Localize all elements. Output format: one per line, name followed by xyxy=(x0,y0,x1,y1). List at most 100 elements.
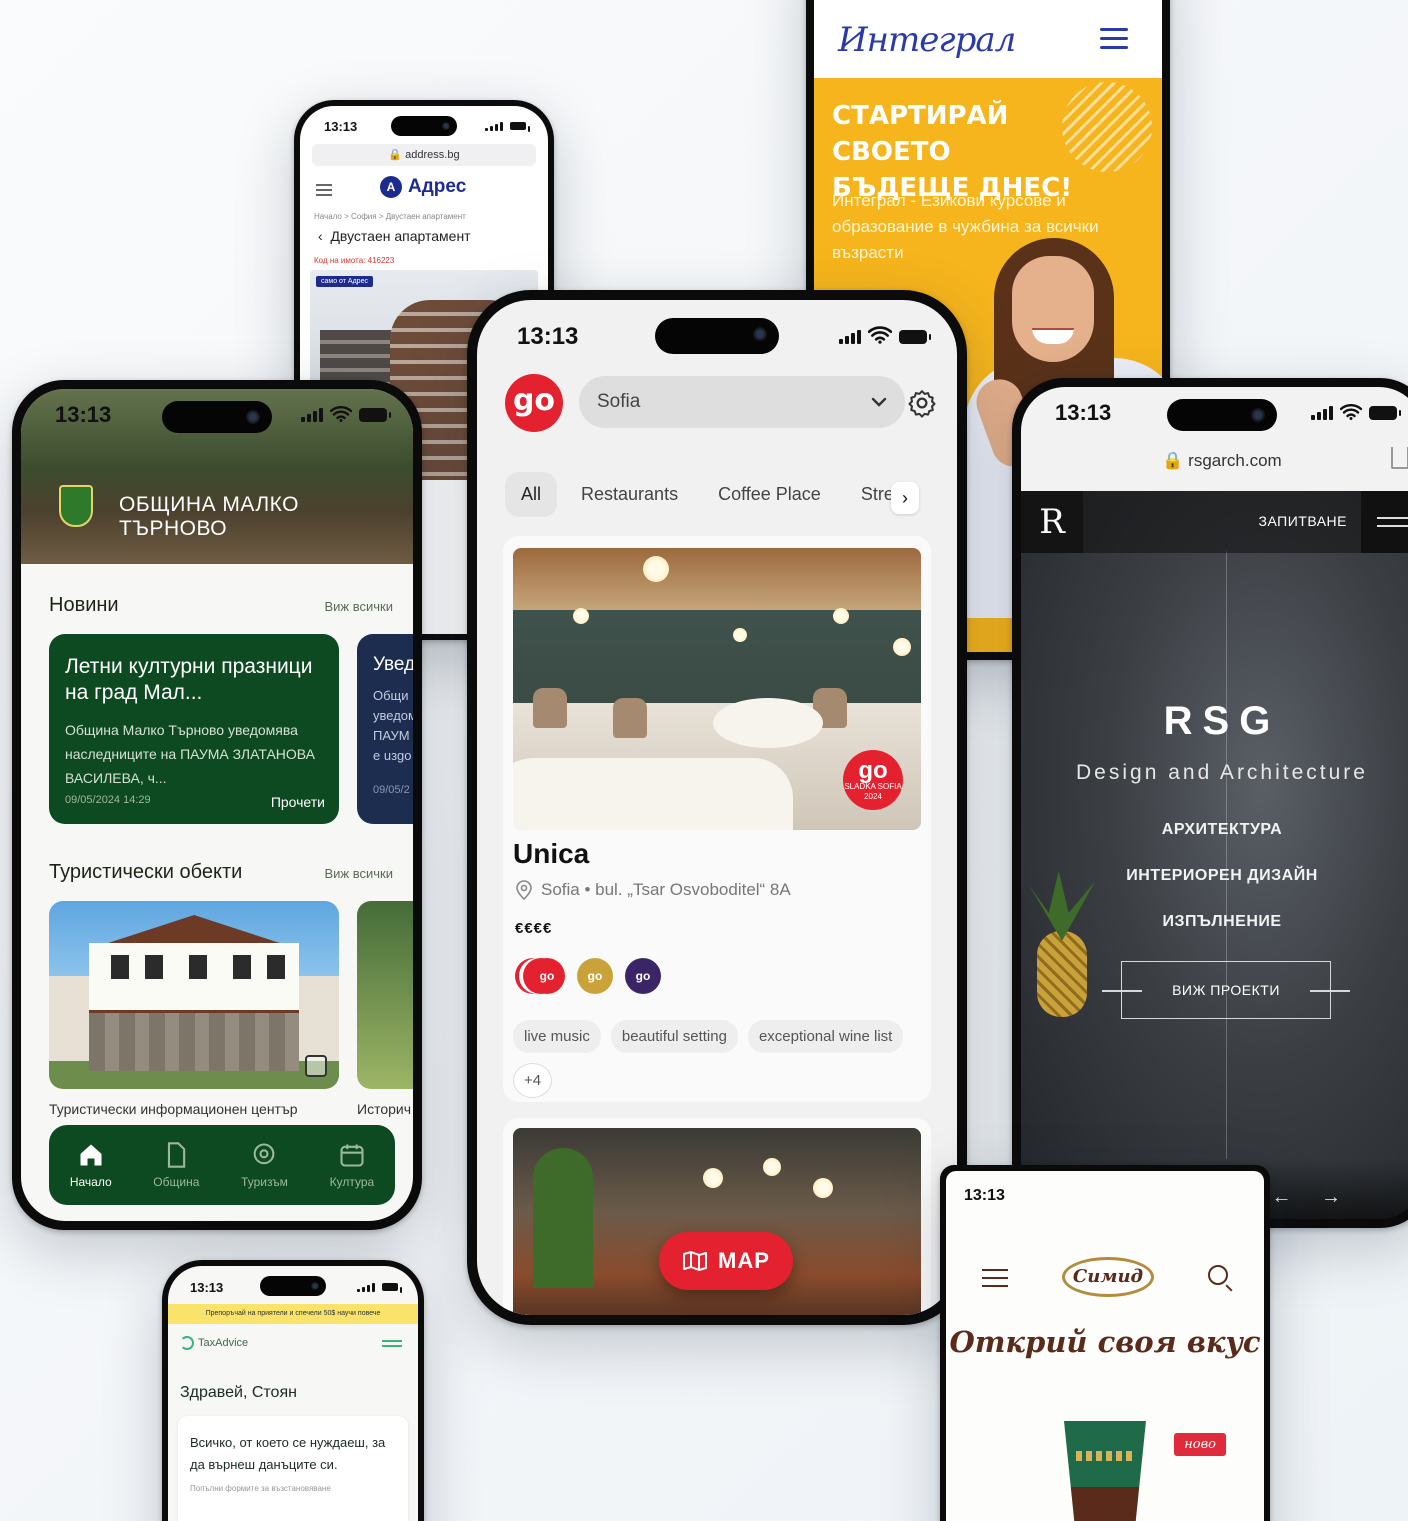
award-badge-subtitle: SLADKA SOFIA 2024 xyxy=(844,782,902,801)
wifi-icon xyxy=(867,323,893,351)
pineapple-body xyxy=(1037,931,1087,1017)
product-package-image[interactable] xyxy=(1064,1421,1146,1521)
address-bar[interactable]: 🔒 rsgarch.com xyxy=(1039,439,1405,483)
status-time: 13:13 xyxy=(964,1187,1005,1204)
wifi-icon xyxy=(1339,400,1363,426)
news-see-all-link[interactable]: Виж всички xyxy=(325,599,394,614)
tab-all[interactable]: All xyxy=(505,472,558,517)
nav-home[interactable]: Начало xyxy=(70,1141,112,1189)
tourism-photo-house[interactable] xyxy=(49,901,339,1089)
taxadvice-logo[interactable]: TaxAdvice xyxy=(180,1336,248,1350)
rsg-logo[interactable]: R xyxy=(1021,491,1083,553)
house-window xyxy=(189,955,207,979)
inquiry-link[interactable]: ЗАПИТВАНЕ xyxy=(1259,513,1347,529)
venue-address: Sofia • bul. „Tsar Osvoboditel“ 8A xyxy=(515,880,791,900)
phone-simid: 13:13 Симид Открий своя вкус ново xyxy=(940,1165,1270,1521)
venue-photo[interactable]: go SLADKA SOFIA 2024 xyxy=(513,548,921,830)
settings-gear-icon[interactable] xyxy=(907,388,937,418)
hamburger-menu-icon[interactable] xyxy=(382,1340,402,1350)
gallery-icon[interactable] xyxy=(305,1055,327,1077)
nav-link-architecture[interactable]: АРХИТЕКТУРА xyxy=(1021,821,1408,839)
plant xyxy=(533,1148,593,1288)
simid-logo[interactable]: Симид xyxy=(1062,1257,1154,1297)
rsg-hero: R ЗАПИТВАНЕ RSG Design and Architecture … xyxy=(1021,491,1408,1219)
nav-label: Култура xyxy=(329,1175,375,1189)
pineapple-leaves xyxy=(1029,871,1095,941)
address-bar[interactable]: 🔒 address.bg xyxy=(312,144,536,166)
house-window xyxy=(267,955,285,979)
table xyxy=(713,698,823,748)
status-icons xyxy=(1311,400,1401,426)
go-logo[interactable]: go xyxy=(505,374,563,432)
breadcrumb[interactable]: Начало > София > Двустаен апартамент xyxy=(314,212,466,221)
pendant-lamp xyxy=(833,608,849,624)
award-icon[interactable]: go xyxy=(529,958,565,994)
tag-chip[interactable]: live music xyxy=(513,1020,601,1053)
more-tags-chip[interactable]: +4 xyxy=(513,1063,553,1098)
intro-card-text: Всичко, от което се нуждаеш, за да върне… xyxy=(190,1435,386,1472)
nav-label: Община xyxy=(153,1175,200,1189)
hero-person-face xyxy=(1012,256,1094,362)
news-card-partial[interactable]: Увед Общи уведом ПАУМ е uзgo 09/05/2 xyxy=(357,634,413,824)
read-more-link[interactable]: Прочети xyxy=(271,794,325,810)
news-card[interactable]: Летни културни празници на град Мал... О… xyxy=(49,634,339,824)
news-section-header: Новини Виж всички xyxy=(49,594,393,617)
news-card2-title: Увед xyxy=(373,654,413,675)
award-icon[interactable]: go xyxy=(625,958,661,994)
back-chevron-icon[interactable]: ‹ xyxy=(318,228,330,244)
phone-go-sofia: 13:13 go Sofia All Restaurants Coffee Pl… xyxy=(467,290,967,1325)
award-badge-label: go xyxy=(858,757,888,784)
nav-label: Туризъм xyxy=(241,1175,288,1189)
tab-coffee-place[interactable]: Coffee Place xyxy=(702,472,837,517)
award-icon[interactable]: go xyxy=(577,958,613,994)
city-selector[interactable]: Sofia xyxy=(579,376,905,428)
bottom-navigation: Начало Община Туризъм Култура xyxy=(49,1125,395,1205)
hamburger-menu-icon[interactable] xyxy=(1100,28,1128,55)
adres-logo[interactable]: A Адрес xyxy=(380,176,466,198)
pineapple-decoration xyxy=(1029,871,1095,1017)
hamburger-menu-icon[interactable] xyxy=(982,1269,1008,1293)
view-projects-button[interactable]: ВИЖ ПРОЕКТИ xyxy=(1102,961,1350,1019)
simid-screen: 13:13 Симид Открий своя вкус ново xyxy=(946,1171,1264,1521)
dynamic-island xyxy=(655,318,779,354)
price-level: €€€€ xyxy=(515,920,553,937)
tourism-photo-partial[interactable] xyxy=(357,901,413,1089)
status-time: 13:13 xyxy=(55,402,112,427)
rsg-screen: 13:13 🔒 rsgarch.com R ЗАПИТВАНЕ RSG Desi… xyxy=(1021,387,1408,1219)
news-card2-line: е uзgo xyxy=(373,748,412,763)
pendant-lamp xyxy=(893,638,911,656)
hamburger-menu-icon[interactable] xyxy=(1361,491,1408,553)
integral-logo[interactable]: Интеграл xyxy=(838,20,1016,60)
pendant-lamp xyxy=(703,1168,723,1188)
table xyxy=(513,758,793,830)
award-badge: go SLADKA SOFIA 2024 xyxy=(843,750,903,810)
pendant-lamp xyxy=(813,1178,833,1198)
taxadvice-logo-icon xyxy=(180,1336,194,1350)
tag-chip[interactable]: beautiful setting xyxy=(610,1020,738,1053)
map-button[interactable]: MAP xyxy=(659,1232,793,1290)
tab-restaurants[interactable]: Restaurants xyxy=(565,472,694,517)
exclusive-badge: само от Адрес xyxy=(316,276,373,287)
signal-icon xyxy=(839,330,861,344)
nav-culture[interactable]: Култура xyxy=(329,1141,375,1189)
search-icon[interactable] xyxy=(1208,1265,1228,1285)
share-icon[interactable] xyxy=(1391,447,1408,469)
house-roof xyxy=(102,915,286,945)
tourism-see-all-link[interactable]: Виж всички xyxy=(325,866,394,881)
home-icon xyxy=(80,1144,102,1166)
nav-tourism[interactable]: Туризъм xyxy=(241,1141,288,1189)
pendant-lamp xyxy=(573,608,589,624)
news-card2-line: Общи xyxy=(373,688,409,703)
venue-name[interactable]: Unica xyxy=(513,838,589,870)
taxadvice-logo-text: TaxAdvice xyxy=(198,1337,249,1349)
nav-municipality[interactable]: Община xyxy=(153,1141,199,1189)
rsg-title: RSG xyxy=(1163,699,1281,743)
tabs-scroll-right-icon[interactable]: › xyxy=(891,482,919,514)
tag-chip[interactable]: exceptional wine list xyxy=(747,1020,904,1053)
signal-icon xyxy=(485,121,503,131)
hamburger-menu-icon[interactable] xyxy=(316,184,332,199)
signal-icon xyxy=(1311,406,1333,420)
battery-icon xyxy=(899,330,931,344)
slider-arrows-icon[interactable]: ← → xyxy=(1271,1186,1353,1209)
venue-card[interactable]: go SLADKA SOFIA 2024 Unica Sofia • bul. „… xyxy=(503,536,931,1102)
